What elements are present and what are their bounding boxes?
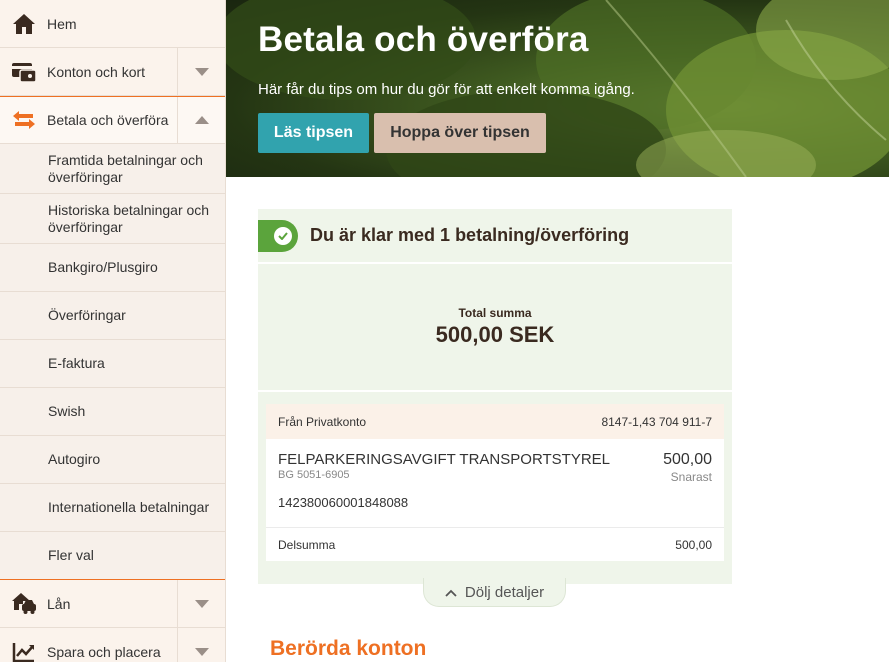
chevron-down-icon[interactable] xyxy=(177,628,225,662)
hero-banner: Betala och överföra Här får du tips om h… xyxy=(226,0,889,177)
sidebar-subitem-label: Bankgiro/Plusgiro xyxy=(48,259,158,275)
payment-details: Från Privatkonto 8147-1,43 704 911-7 FEL… xyxy=(266,404,724,561)
sidebar-subitem-label: E-faktura xyxy=(48,355,105,371)
sidebar-item-konton-och-kort[interactable]: Konton och kort xyxy=(0,48,225,96)
sidebar-subitem-label: Fler val xyxy=(48,547,94,563)
hide-details-label: Dölj detaljer xyxy=(464,583,545,601)
sidebar-subitem-framtida[interactable]: Framtida betalningar och överföringar xyxy=(0,144,225,194)
sidebar-subitem-autogiro[interactable]: Autogiro xyxy=(0,436,225,484)
total-value: 500,00 SEK xyxy=(435,322,555,347)
sidebar-subitem-label: Framtida betalningar och överföringar xyxy=(48,151,203,185)
chart-line-icon xyxy=(11,639,37,662)
success-badge xyxy=(258,219,298,252)
sidebar-subitem-label: Överföringar xyxy=(48,307,126,323)
sidebar-subitem-label: Internationella betalningar xyxy=(48,499,210,515)
payment-bankgiro: BG 5051-6905 xyxy=(278,469,350,481)
payment-reference: 142380060001848088 xyxy=(278,495,409,510)
chevron-down-icon[interactable] xyxy=(177,580,225,627)
sidebar-subitem-fler-val[interactable]: Fler val xyxy=(0,532,225,580)
from-account-row: Från Privatkonto 8147-1,43 704 911-7 xyxy=(266,404,724,439)
hero-subtitle: Här får du tips om hur du gör för att en… xyxy=(258,81,635,98)
sidebar-subitem-label: Swish xyxy=(48,403,86,419)
payment-amount: 500,00 xyxy=(663,451,712,468)
sidebar-subitem-label: Autogiro xyxy=(48,451,101,467)
status-message: Du är klar med 1 betalning/överföring xyxy=(310,225,630,245)
sidebar-subitem-e-faktura[interactable]: E-faktura xyxy=(0,340,225,388)
chevron-up-icon xyxy=(445,584,457,601)
payment-date: Snarast xyxy=(670,470,712,484)
checkmark-icon xyxy=(274,226,292,245)
home-icon xyxy=(11,11,37,37)
sidebar-nav: Hem Konton och kort Betala och överföra … xyxy=(0,0,226,662)
total-label: Total summa xyxy=(458,306,532,320)
affected-accounts-heading: Berörda konton xyxy=(270,637,427,660)
hide-details-button[interactable]: Dölj detaljer xyxy=(423,578,566,607)
wallet-card-icon xyxy=(11,59,37,85)
sidebar-subitem-label: Historiska betalningar och överföringar xyxy=(48,201,210,235)
payment-row: FELPARKERINGSAVGIFT TRANSPORTSTYREL BG 5… xyxy=(266,439,724,528)
transfer-arrows-icon xyxy=(11,107,37,133)
payment-recipient: FELPARKERINGSAVGIFT TRANSPORTSTYREL xyxy=(278,451,611,468)
sidebar-item-betala-och-overfora[interactable]: Betala och överföra xyxy=(0,96,225,144)
sidebar-subitem-historiska[interactable]: Historiska betalningar och överföringar xyxy=(0,194,225,244)
sidebar-subitem-overforingar[interactable]: Överföringar xyxy=(0,292,225,340)
from-account-label: Från Privatkonto xyxy=(278,414,367,429)
sidebar-item-spara-och-placera[interactable]: Spara och placera xyxy=(0,628,225,662)
subtotal-label: Delsumma xyxy=(278,537,336,552)
sidebar-item-hem[interactable]: Hem xyxy=(0,0,225,48)
subtotal-value: 500,00 xyxy=(675,537,712,552)
page-title: Betala och överföra xyxy=(258,20,589,59)
sidebar-item-label: Hem xyxy=(47,15,77,32)
total-amount-block: Total summa 500,00 SEK xyxy=(258,264,732,392)
subtotal-row: Delsumma 500,00 xyxy=(266,528,724,561)
sidebar-item-lan[interactable]: Lån xyxy=(0,580,225,628)
read-tips-button[interactable]: Läs tipsen xyxy=(258,113,369,153)
status-header: Du är klar med 1 betalning/överföring xyxy=(258,209,732,264)
house-car-icon xyxy=(11,591,37,617)
sidebar-subitem-swish[interactable]: Swish xyxy=(0,388,225,436)
chevron-down-icon[interactable] xyxy=(177,48,225,95)
sidebar-subitem-internationella[interactable]: Internationella betalningar xyxy=(0,484,225,532)
from-account-number: 8147-1,43 704 911-7 xyxy=(601,414,712,429)
chevron-up-icon[interactable] xyxy=(177,97,225,143)
skip-tips-button[interactable]: Hoppa över tipsen xyxy=(374,113,546,153)
payment-summary-card: Du är klar med 1 betalning/överföring To… xyxy=(258,209,732,584)
sidebar-subitem-bankgiro-plusgiro[interactable]: Bankgiro/Plusgiro xyxy=(0,244,225,292)
